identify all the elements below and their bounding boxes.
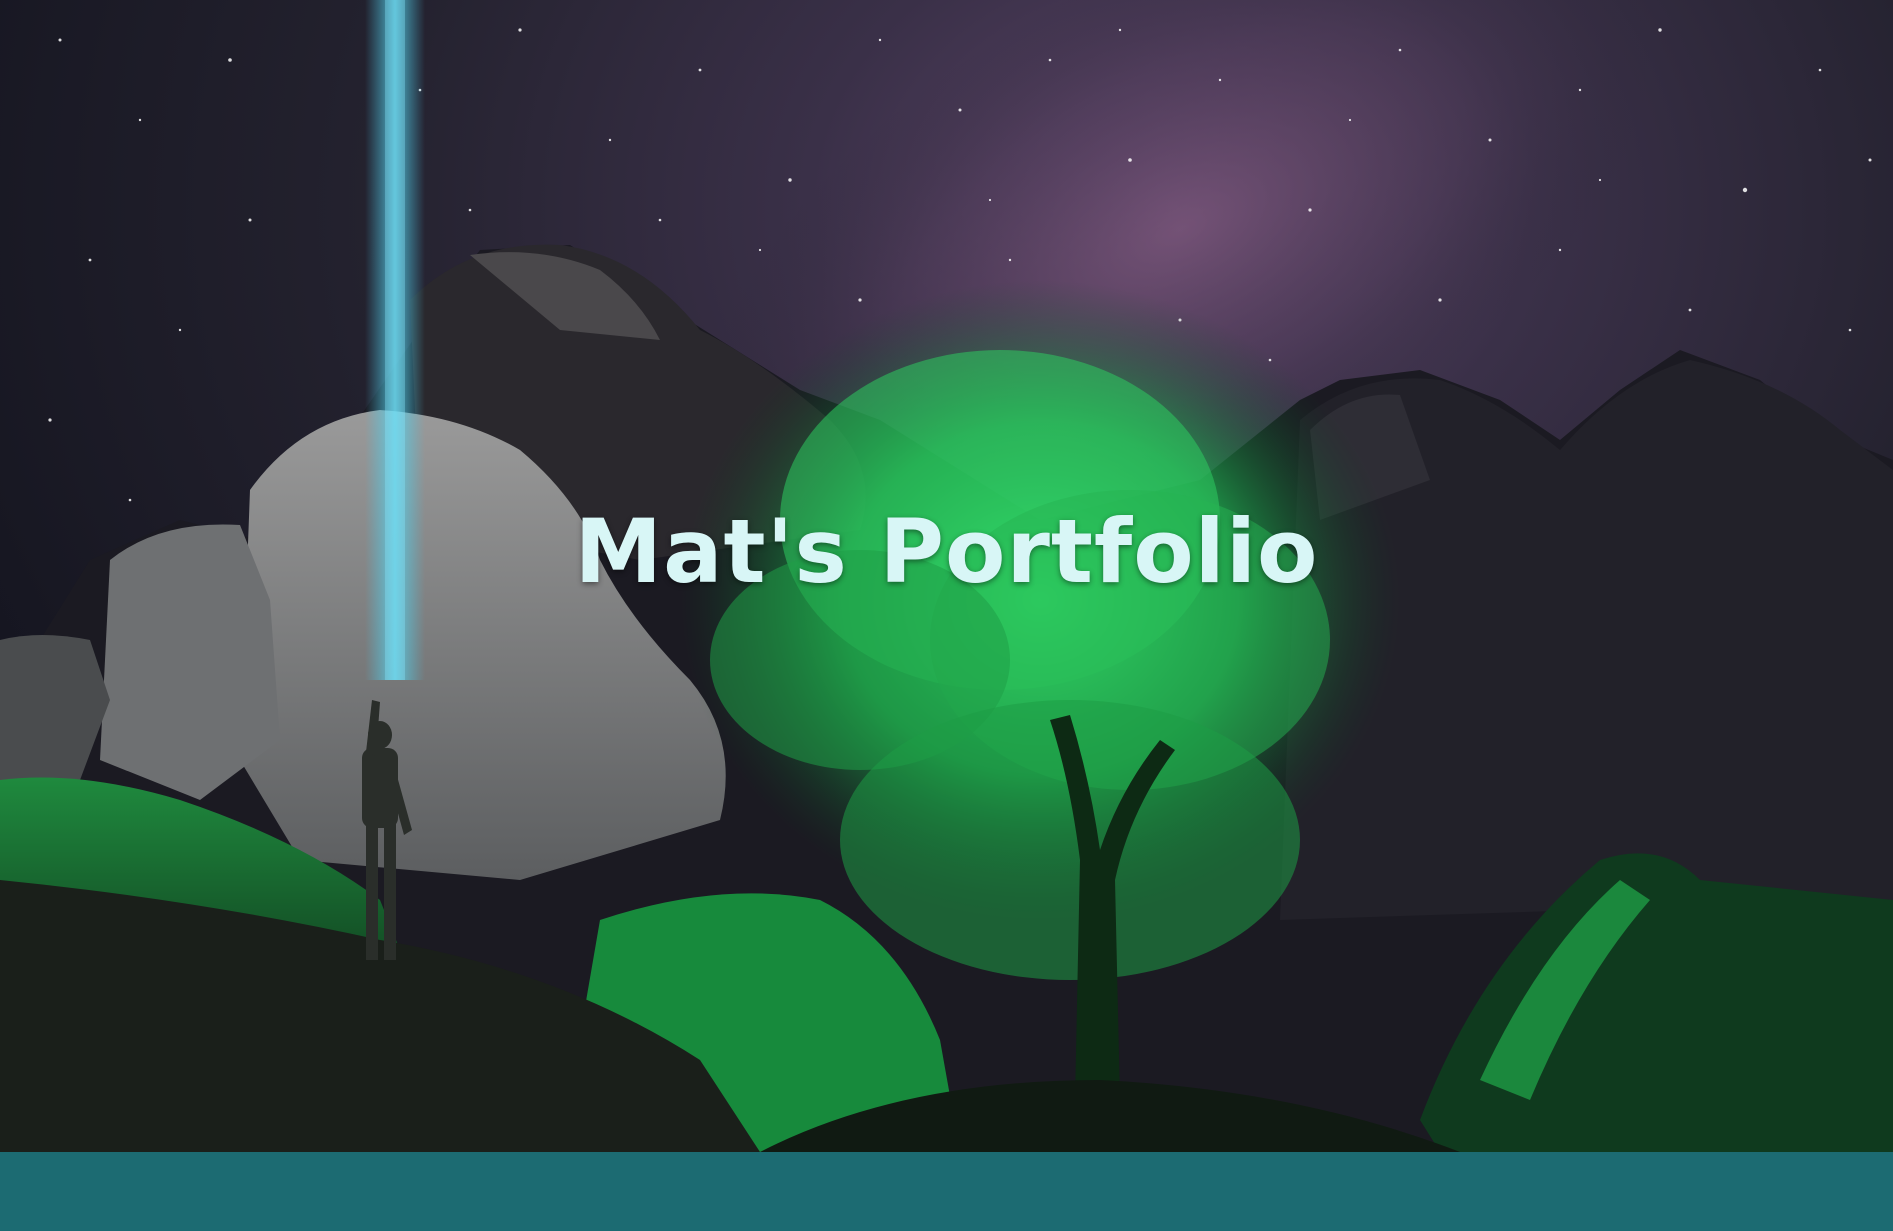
- hero-section: Mat's Portfolio: [0, 0, 1893, 1152]
- page-title: Mat's Portfolio: [574, 500, 1319, 603]
- portfolio-page: Mat's Portfolio: [0, 0, 1893, 1231]
- footer-bar: [0, 1152, 1893, 1231]
